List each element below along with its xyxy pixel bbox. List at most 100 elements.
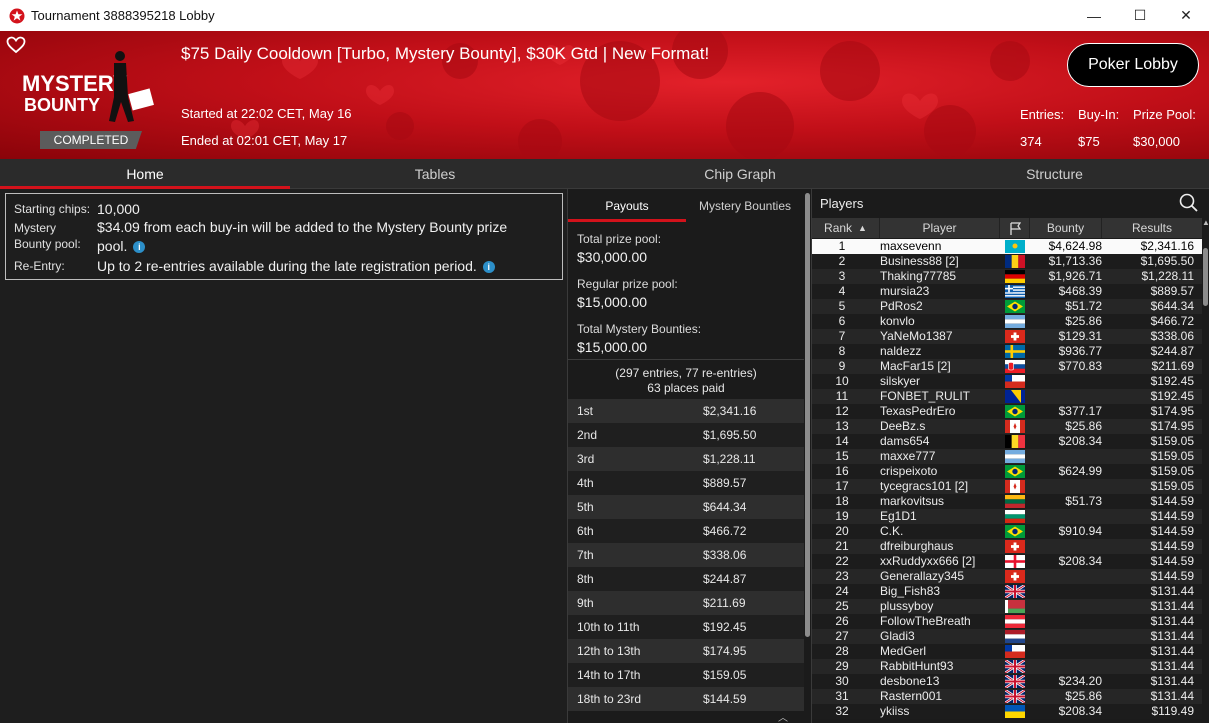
- player-row[interactable]: 12 TexasPedrEro $377.17 $174.95: [812, 404, 1202, 419]
- tab-payouts[interactable]: Payouts: [568, 189, 686, 222]
- players-scroll-thumb[interactable]: [1203, 248, 1208, 306]
- player-name: plussyboy: [880, 599, 934, 613]
- regular-prize-value: $15,000.00: [577, 294, 648, 310]
- player-row[interactable]: 32 ykiiss $208.34 $119.49: [812, 704, 1202, 719]
- player-row[interactable]: 25 plussyboy $131.44: [812, 599, 1202, 614]
- info-icon[interactable]: i: [482, 261, 495, 273]
- poker-lobby-button[interactable]: Poker Lobby: [1067, 43, 1199, 87]
- player-result: $889.57: [1150, 284, 1194, 298]
- info-icon[interactable]: i: [133, 241, 146, 253]
- payout-place-amount: $1,228.11: [703, 452, 756, 466]
- player-rank: 10: [835, 374, 849, 388]
- player-row[interactable]: 21 dfreiburghaus $144.59: [812, 539, 1202, 554]
- player-row[interactable]: 3 Thaking77785 $1,926.71 $1,228.11: [812, 269, 1202, 284]
- country-flag-icon: [1005, 360, 1025, 373]
- tab-chip-graph[interactable]: Chip Graph: [590, 159, 890, 189]
- player-row[interactable]: 4 mursia23 $468.39 $889.57: [812, 284, 1202, 299]
- player-row[interactable]: 24 Big_Fish83 $131.44: [812, 584, 1202, 599]
- player-row[interactable]: 6 konvlo $25.86 $466.72: [812, 314, 1202, 329]
- player-bounty: $910.94: [1058, 524, 1102, 538]
- player-name: maxxe777: [880, 449, 936, 463]
- player-row[interactable]: 15 maxxe777 $159.05: [812, 449, 1202, 464]
- player-name: Generallazy345: [880, 569, 965, 583]
- search-icon[interactable]: [1179, 193, 1199, 213]
- player-row[interactable]: 16 crispeixoto $624.99 $159.05: [812, 464, 1202, 479]
- country-flag-icon: [1005, 420, 1025, 433]
- payout-place-row: 1st $2,341.16: [568, 399, 804, 423]
- country-column-header[interactable]: [1000, 218, 1030, 238]
- player-row[interactable]: 13 DeeBz.s $25.86 $174.95: [812, 419, 1202, 434]
- players-scrollbar[interactable]: ▲: [1202, 218, 1209, 723]
- player-rank: 23: [835, 569, 849, 583]
- tab-tables[interactable]: Tables: [290, 159, 580, 189]
- payout-place-amount: $159.05: [703, 668, 747, 682]
- tournament-info-box: Starting chips: 10,000 Mystery Bounty po…: [5, 193, 563, 280]
- country-flag-icon: [1005, 345, 1025, 358]
- player-row[interactable]: 18 markovitsus $51.73 $144.59: [812, 494, 1202, 509]
- player-row[interactable]: 27 Gladi3 $131.44: [812, 629, 1202, 644]
- payout-place-label: 2nd: [577, 428, 598, 442]
- tab-mystery-bounties[interactable]: Mystery Bounties: [686, 189, 804, 222]
- player-row[interactable]: 31 Rastern001 $25.86 $131.44: [812, 689, 1202, 704]
- player-row[interactable]: 26 FollowTheBreath $131.44: [812, 614, 1202, 629]
- payout-place-row: 12th to 13th $174.95: [568, 639, 804, 663]
- payout-place-label: 1st: [577, 404, 594, 418]
- tab-structure[interactable]: Structure: [900, 159, 1209, 189]
- player-row[interactable]: 23 Generallazy345 $144.59: [812, 569, 1202, 584]
- player-row[interactable]: 7 YaNeMo1387 $129.31 $338.06: [812, 329, 1202, 344]
- payout-place-row: 5th $644.34: [568, 495, 804, 519]
- player-bounty: $1,713.36: [1048, 254, 1102, 268]
- player-row[interactable]: 17 tycegracs101 [2] $159.05: [812, 479, 1202, 494]
- player-name: TexasPedrEro: [880, 404, 956, 418]
- player-name: Thaking77785: [880, 269, 957, 283]
- player-result: $144.59: [1150, 509, 1194, 523]
- player-row[interactable]: 2 Business88 [2] $1,713.36 $1,695.50: [812, 254, 1202, 269]
- player-row[interactable]: 1 maxsevenn $4,624.98 $2,341.16: [812, 239, 1202, 254]
- tab-home[interactable]: Home: [0, 159, 290, 189]
- scroll-up-arrow-icon[interactable]: ▲: [1202, 218, 1209, 227]
- minimize-button[interactable]: —: [1071, 0, 1117, 31]
- results-column-header[interactable]: Results: [1102, 218, 1202, 238]
- player-rank: 22: [835, 554, 849, 568]
- player-row[interactable]: 20 C.K. $910.94 $144.59: [812, 524, 1202, 539]
- country-flag-icon: [1005, 555, 1025, 568]
- country-flag-icon: [1005, 540, 1025, 553]
- reentry-value: Up to 2 re-entries available during the …: [97, 258, 477, 274]
- end-time: Ended at 02:01 CET, May 17: [181, 133, 348, 148]
- payouts-scroll-thumb[interactable]: [805, 193, 810, 637]
- player-row[interactable]: 22 xxRuddyxx666 [2] $208.34 $144.59: [812, 554, 1202, 569]
- scroll-up-chevron-icon[interactable]: ︿: [778, 709, 788, 723]
- player-row[interactable]: 28 MedGerl $131.44: [812, 644, 1202, 659]
- bounty-pool-value-1: $34.09 from each buy-in will be added to…: [97, 219, 508, 235]
- player-name: maxsevenn: [880, 239, 942, 253]
- player-row[interactable]: 10 silskyer $192.45: [812, 374, 1202, 389]
- player-row[interactable]: 5 PdRos2 $51.72 $644.34: [812, 299, 1202, 314]
- player-column-header[interactable]: Player: [880, 218, 1000, 238]
- player-row[interactable]: 11 FONBET_RULIT $192.45: [812, 389, 1202, 404]
- player-row[interactable]: 19 Eg1D1 $144.59: [812, 509, 1202, 524]
- bounty-pool-label-2: Bounty pool:: [14, 237, 81, 251]
- country-flag-icon: [1005, 480, 1025, 493]
- player-name: Big_Fish83: [880, 584, 941, 598]
- bounty-column-header[interactable]: Bounty: [1030, 218, 1102, 238]
- player-row[interactable]: 9 MacFar15 [2] $770.83 $211.69: [812, 359, 1202, 374]
- player-row[interactable]: 29 RabbitHunt93 $131.44: [812, 659, 1202, 674]
- maximize-button[interactable]: ☐: [1117, 0, 1163, 31]
- player-result: $131.44: [1150, 584, 1194, 598]
- player-row[interactable]: 8 naldezz $936.77 $244.87: [812, 344, 1202, 359]
- player-result: $192.45: [1150, 374, 1194, 388]
- player-result: $131.44: [1150, 659, 1194, 673]
- rank-column-header[interactable]: Rank ▲: [812, 218, 880, 238]
- player-row[interactable]: 30 desbone13 $234.20 $131.44: [812, 674, 1202, 689]
- tournament-name: $75 Daily Cooldown [Turbo, Mystery Bount…: [181, 44, 710, 63]
- country-flag-icon: [1005, 270, 1025, 283]
- close-button[interactable]: ✕: [1163, 0, 1209, 31]
- country-flag-icon: [1005, 495, 1025, 508]
- mystery-bounties-label: Total Mystery Bounties:: [577, 322, 702, 336]
- country-flag-icon: [1005, 705, 1025, 718]
- player-bounty: $1,926.71: [1048, 269, 1102, 283]
- total-prize-value: $30,000.00: [577, 249, 648, 265]
- player-row[interactable]: 14 dams654 $208.34 $159.05: [812, 434, 1202, 449]
- bounty-pool-label-1: Mystery: [14, 221, 56, 235]
- player-rank: 28: [835, 644, 849, 658]
